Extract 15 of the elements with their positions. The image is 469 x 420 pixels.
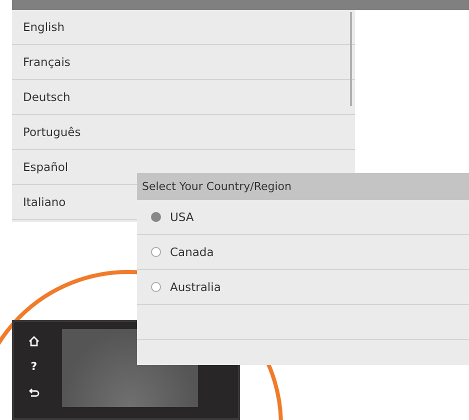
radio-button[interactable]: [151, 247, 161, 257]
dialog-title: Select Your Country/Region: [137, 173, 469, 200]
scrollbar[interactable]: [350, 12, 352, 106]
help-key[interactable]: ?: [30, 361, 38, 373]
country-label: USA: [170, 210, 194, 224]
country-option[interactable]: Canada: [137, 235, 469, 270]
country-label: Canada: [170, 245, 214, 259]
radio-button[interactable]: [151, 212, 161, 222]
country-label: Australia: [170, 280, 221, 294]
home-icon[interactable]: [28, 335, 40, 347]
back-icon[interactable]: [28, 387, 40, 399]
country-option[interactable]: USA: [137, 200, 469, 235]
country-option[interactable]: Australia: [137, 270, 469, 305]
radio-button[interactable]: [151, 282, 161, 292]
language-option[interactable]: Português: [12, 115, 355, 150]
